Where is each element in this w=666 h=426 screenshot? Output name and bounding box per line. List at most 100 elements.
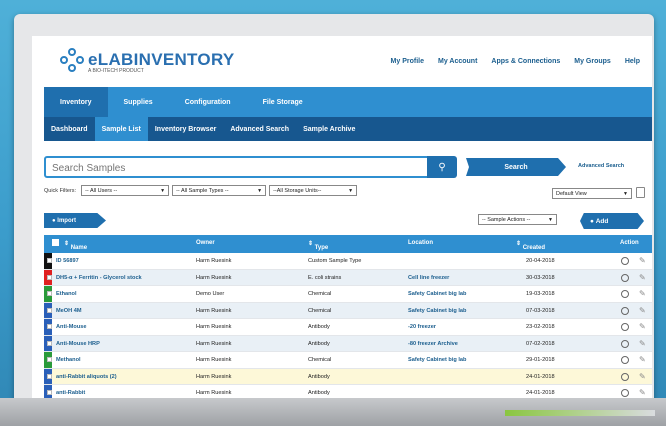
view-icon[interactable] — [621, 323, 629, 331]
sample-name-link[interactable]: ID 56897 — [56, 258, 79, 264]
sample-created: 30-03-2018 — [526, 274, 555, 281]
nav-help[interactable]: Help — [625, 58, 640, 65]
view-icon[interactable] — [621, 290, 629, 298]
nav-my-groups[interactable]: My Groups — [574, 58, 611, 65]
edit-icon[interactable]: ✎ — [639, 388, 646, 397]
subtab-sample-list[interactable]: Sample List — [94, 117, 148, 141]
logo[interactable]: eLABINVENTORY — [60, 48, 235, 72]
sample-owner: Harm Ruesink — [196, 274, 232, 281]
storage-unit-filter-value: --All Storage Units-- — [273, 187, 322, 194]
view-icon[interactable] — [621, 306, 629, 315]
subtab-dashboard[interactable]: Dashboard — [44, 117, 95, 141]
sample-owner: Harm Ruesink — [196, 324, 232, 330]
tab-configuration[interactable]: Configuration — [169, 87, 247, 117]
sample-type: Chemical — [308, 307, 332, 314]
table-row[interactable]: DH5-α + Ferritin - Glycerol stock Harm Ru… — [44, 269, 652, 286]
sample-name-link[interactable]: MeOH 4M — [56, 308, 82, 314]
sample-table-body: ID 56897 Harm Ruesink Custom Sample Type 20… — [44, 253, 652, 398]
sample-name-link[interactable]: anti-Rabbit aliquots (2) — [56, 374, 117, 380]
sample-type: Antibody — [308, 373, 330, 380]
sample-name-link[interactable]: Ethanol — [56, 291, 77, 297]
tab-file-storage[interactable]: File Storage — [247, 87, 319, 117]
sample-location-link[interactable]: Cell line freezer — [408, 275, 449, 281]
table-row[interactable]: Ethanol Demo User Chemical Safety Cabinet b… — [44, 286, 652, 303]
row-checkbox[interactable] — [47, 357, 52, 362]
select-all-checkbox[interactable] — [52, 239, 59, 246]
row-checkbox[interactable] — [47, 274, 52, 280]
users-filter-select[interactable]: -- All Users -- ▼ — [81, 185, 170, 196]
sample-name-link[interactable]: Anti-Mouse — [56, 324, 86, 330]
quick-filters: Quick Filters: -- All Users -- ▼ -- All S… — [44, 185, 358, 196]
row-checkbox[interactable] — [47, 291, 52, 296]
storage-unit-filter-select[interactable]: --All Storage Units-- ▼ — [269, 185, 358, 196]
table-row[interactable]: Anti-Mouse Harm Ruesink Antibody -20 freeze… — [44, 319, 652, 336]
edit-icon[interactable]: ✎ — [639, 339, 646, 348]
nav-my-account[interactable]: My Account — [438, 58, 477, 65]
view-icon[interactable] — [621, 389, 629, 397]
table-row[interactable]: ID 56897 Harm Ruesink Custom Sample Type 20… — [44, 253, 652, 270]
header-type[interactable]: ⇕ Type — [308, 240, 328, 251]
table-row[interactable]: Methanol Harm Ruesink Chemical Safety Cabin… — [44, 352, 652, 369]
nav-my-profile[interactable]: My Profile — [391, 58, 424, 65]
sample-location-link[interactable]: -20 freezer — [408, 324, 436, 330]
row-checkbox[interactable] — [47, 373, 52, 379]
edit-icon[interactable]: ✎ — [639, 322, 646, 331]
tab-inventory[interactable]: Inventory — [44, 87, 108, 117]
sample-location-link[interactable]: Safety Cabinet big lab — [408, 291, 466, 297]
search-icon[interactable]: ⚲ — [427, 156, 457, 178]
view-icon[interactable] — [621, 273, 629, 282]
edit-icon[interactable]: ✎ — [639, 306, 646, 315]
table-row[interactable]: anti-Rabbit Harm Ruesink Antibody 24-01-201… — [44, 385, 652, 398]
view-icon[interactable] — [621, 356, 629, 364]
table-row[interactable]: MeOH 4M Harm Ruesink Chemical Safety Cabine… — [44, 302, 652, 319]
view-icon[interactable] — [621, 257, 629, 265]
edit-icon[interactable]: ✎ — [639, 372, 646, 381]
edit-icon[interactable]: ✎ — [639, 256, 646, 265]
nav-apps-connections[interactable]: Apps & Connections — [491, 58, 560, 65]
sample-location-link[interactable]: -80 freezer Archive — [408, 341, 458, 347]
row-checkbox[interactable] — [47, 258, 52, 263]
sample-actions-select[interactable]: -- Sample Actions -- ▼ — [478, 214, 557, 225]
sample-type: Antibody — [308, 324, 330, 330]
sample-type-filter-select[interactable]: -- All Sample Types -- ▼ — [172, 185, 267, 196]
table-row[interactable]: anti-Rabbit aliquots (2) Harm Ruesink Anti… — [44, 368, 652, 385]
advanced-search-link[interactable]: Advanced Search — [578, 163, 624, 169]
add-button[interactable]: ● Add — [580, 213, 644, 229]
row-checkbox[interactable] — [47, 324, 52, 329]
row-checkbox[interactable] — [47, 390, 52, 395]
search-button[interactable]: Search — [466, 158, 566, 176]
sample-type: Chemical — [308, 357, 332, 363]
import-button[interactable]: ● Import — [44, 213, 106, 228]
stand-accent — [505, 410, 655, 416]
view-icon[interactable] — [621, 372, 629, 381]
row-checkbox[interactable] — [47, 307, 52, 313]
edit-icon[interactable]: ✎ — [639, 273, 646, 282]
header-name-label: Name — [70, 245, 88, 251]
subtab-advanced-search[interactable]: Advanced Search — [223, 117, 296, 141]
sample-type-filter-value: -- All Sample Types -- — [176, 187, 229, 194]
sample-name-link[interactable]: anti-Rabbit — [56, 390, 85, 396]
view-select[interactable]: Default View ▼ — [552, 188, 632, 199]
subtab-sample-archive[interactable]: Sample Archive — [296, 117, 362, 141]
header-created[interactable]: ⇕ Created — [516, 240, 545, 251]
view-icon[interactable] — [621, 339, 629, 348]
sample-type: E. coli strains — [308, 274, 342, 281]
sample-owner: Harm Ruesink — [196, 357, 232, 363]
table-row[interactable]: Anti-Mouse HRP Harm Ruesink Antibody -80 fr… — [44, 335, 652, 352]
top-nav: My Profile My Account Apps & Connections… — [391, 58, 640, 65]
search-input[interactable] — [46, 159, 438, 178]
sample-name-link[interactable]: DH5-α + Ferritin - Glycerol stock — [56, 275, 142, 281]
top-bar: eLABINVENTORY A BIO-ITECH PRODUCT My Pro… — [32, 36, 652, 86]
sample-name-link[interactable]: Methanol — [56, 357, 81, 363]
logo-subtitle: A BIO-ITECH PRODUCT — [88, 68, 144, 74]
header-name[interactable]: ⇕ Name — [64, 240, 87, 251]
row-checkbox[interactable] — [47, 340, 52, 346]
save-view-icon[interactable] — [636, 187, 645, 198]
edit-icon[interactable]: ✎ — [639, 355, 646, 364]
tab-supplies[interactable]: Supplies — [108, 87, 169, 117]
sample-location-link[interactable]: Safety Cabinet big lab — [408, 357, 466, 363]
subtab-inventory-browser[interactable]: Inventory Browser — [148, 117, 223, 141]
sample-location-link[interactable]: Safety Cabinet big lab — [408, 308, 466, 314]
edit-icon[interactable]: ✎ — [639, 289, 646, 298]
sample-name-link[interactable]: Anti-Mouse HRP — [56, 341, 100, 347]
